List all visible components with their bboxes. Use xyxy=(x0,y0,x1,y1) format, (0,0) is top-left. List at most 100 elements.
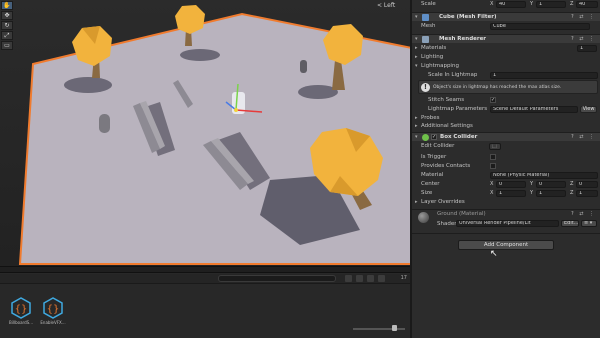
lightmap-parameters-dropdown[interactable]: Scene Default Parameters xyxy=(490,106,578,113)
project-toolbar: 17 xyxy=(0,274,410,284)
script-asset-icon: {} xyxy=(43,297,63,319)
shader-options-dropdown[interactable]: ≡ ▾ xyxy=(581,220,597,227)
gizmo-center xyxy=(234,108,238,112)
warning-message: Object's size in lightmap has reached th… xyxy=(433,85,562,90)
center-y-field[interactable]: 0 xyxy=(536,181,566,188)
rotate-icon[interactable]: ↻ xyxy=(1,21,13,30)
asset-item[interactable]: {} BillboardS... xyxy=(8,297,34,325)
fold-arrow-icon[interactable]: ▾ xyxy=(415,14,418,20)
svg-text:{}: {} xyxy=(15,304,28,315)
material-row: Material None (Physic Material) xyxy=(412,171,600,180)
asset-grid: {} BillboardS... {} EnableVFX... xyxy=(8,297,66,325)
scale-label: Scale xyxy=(421,1,436,7)
stitch-seams-checkbox[interactable]: ✓ xyxy=(490,97,496,103)
mesh-filter-icon xyxy=(422,14,429,21)
lightmap-parameters-row: Lightmap Parameters Scene Default Parame… xyxy=(412,105,600,114)
inspector-panel: Scale X 40 Y 1 Z 40 ▾ Cube (Mesh Filter)… xyxy=(410,0,600,338)
scene-canvas[interactable] xyxy=(0,0,410,266)
materials-count-field[interactable]: 1 xyxy=(577,45,597,52)
center-row: Center X 0 Y 0 Z 0 xyxy=(412,180,600,189)
view-button[interactable]: View xyxy=(580,106,597,113)
scene-tools: ✋ ✥ ↻ ⤢ ▭ xyxy=(1,1,15,50)
icon-size-slider[interactable] xyxy=(353,328,405,330)
lightmapping-row[interactable]: ▾ Lightmapping xyxy=(412,62,600,71)
favorite-icon[interactable] xyxy=(367,275,374,282)
mesh-filter-header[interactable]: ▾ Cube (Mesh Filter) ? ⇄ ⋮ xyxy=(412,12,600,21)
scale-row: Scale X 40 Y 1 Z 40 xyxy=(412,0,600,9)
size-y-field[interactable]: 1 xyxy=(536,190,566,197)
svg-text:{}: {} xyxy=(47,304,60,315)
is-trigger-row: Is Trigger xyxy=(412,153,600,162)
eye-icon[interactable] xyxy=(378,275,385,282)
mesh-renderer-icon xyxy=(422,36,429,43)
icon-size-slider-thumb[interactable] xyxy=(392,325,397,331)
box-collider-enabled-checkbox[interactable]: ✓ xyxy=(431,134,437,140)
tree-shadow xyxy=(298,85,338,99)
additional-settings-row[interactable]: ▸ Additional Settings xyxy=(412,122,600,131)
size-row: Size X 1 Y 1 Z 1 xyxy=(412,189,600,198)
perspective-label[interactable]: < Left xyxy=(377,2,395,9)
layer-overrides-row[interactable]: ▸ Layer Overrides xyxy=(412,198,600,207)
move-icon[interactable]: ✥ xyxy=(1,11,13,20)
scale-in-lightmap-field[interactable]: 1 xyxy=(490,72,598,79)
component-menu-icons[interactable]: ? ⇄ ⋮ xyxy=(571,134,596,140)
scene-view[interactable]: ✋ ✥ ↻ ⤢ ▭ < Left xyxy=(0,0,410,266)
edit-collider-button[interactable]: ⬚ xyxy=(489,143,501,150)
material-title: Ground (Material) xyxy=(437,211,486,217)
size-z-field[interactable]: 1 xyxy=(576,190,598,197)
materials-row[interactable]: ▸ Materials 1 xyxy=(412,44,600,53)
tree-shadow xyxy=(64,77,112,93)
capsule-object xyxy=(300,60,307,73)
mesh-row: Mesh Cube xyxy=(412,22,600,31)
filter-icon[interactable] xyxy=(345,275,352,282)
lighting-row[interactable]: ▸ Lighting xyxy=(412,53,600,62)
provides-contacts-row: Provides Contacts xyxy=(412,162,600,171)
asset-label: BillboardS... xyxy=(9,320,33,325)
asset-label: EnableVFX... xyxy=(40,320,66,325)
scale-y-field[interactable]: 1 xyxy=(536,1,566,8)
warning-icon: ! xyxy=(421,83,430,92)
project-browser: 17 {} BillboardS... {} EnableVFX... xyxy=(0,266,410,338)
fold-arrow-icon[interactable]: ▾ xyxy=(415,36,418,42)
component-menu-icons[interactable]: ? ⇄ ⋮ xyxy=(571,211,596,217)
is-trigger-checkbox[interactable] xyxy=(490,154,496,160)
project-tabs xyxy=(0,267,410,273)
physic-material-field[interactable]: None (Physic Material) xyxy=(490,172,598,179)
mesh-renderer-title: Mesh Renderer xyxy=(439,36,487,42)
component-menu-icons[interactable]: ? ⇄ ⋮ xyxy=(571,36,596,42)
warning-helpbox: ! Object's size in lightmap has reached … xyxy=(418,80,598,94)
shader-edit-button[interactable]: Edit... xyxy=(561,220,579,227)
hidden-count: 17 xyxy=(400,275,407,281)
box-collider-header[interactable]: ▾ ✓ Box Collider ? ⇄ ⋮ xyxy=(412,132,600,141)
scale-x-field[interactable]: 40 xyxy=(496,1,526,8)
shader-dropdown[interactable]: Universal Render Pipeline/Lit xyxy=(456,220,559,227)
center-z-field[interactable]: 0 xyxy=(576,181,598,188)
add-component-button[interactable]: Add Component xyxy=(458,240,554,250)
asset-item[interactable]: {} EnableVFX... xyxy=(40,297,66,325)
capsule-object xyxy=(99,114,110,133)
provides-contacts-checkbox[interactable] xyxy=(490,163,496,169)
scale-z-field[interactable]: 40 xyxy=(576,1,598,8)
scale-in-lightmap-row: Scale In Lightmap 1 xyxy=(412,71,600,80)
mesh-filter-title: Cube (Mesh Filter) xyxy=(439,14,497,20)
size-x-field[interactable]: 1 xyxy=(496,190,526,197)
mouse-cursor-icon: ↖ xyxy=(490,249,498,259)
fold-arrow-icon[interactable]: ▾ xyxy=(415,134,418,140)
hand-icon[interactable]: ✋ xyxy=(1,1,13,10)
mesh-renderer-header[interactable]: ▾ Mesh Renderer ? ⇄ ⋮ xyxy=(412,34,600,43)
label-icon[interactable] xyxy=(356,275,363,282)
box-collider-icon xyxy=(422,134,429,141)
tree-shadow xyxy=(180,49,220,61)
material-preview-icon xyxy=(418,212,429,223)
center-x-field[interactable]: 0 xyxy=(496,181,526,188)
scale-icon[interactable]: ⤢ xyxy=(1,31,13,40)
script-asset-icon: {} xyxy=(11,297,31,319)
inspector-divider xyxy=(412,233,600,234)
mesh-field[interactable]: Cube xyxy=(490,23,590,30)
box-collider-title: Box Collider xyxy=(440,134,478,140)
edit-collider-row: Edit Collider ⬚ xyxy=(412,142,600,151)
rect-icon[interactable]: ▭ xyxy=(1,41,13,50)
component-menu-icons[interactable]: ? ⇄ ⋮ xyxy=(571,14,596,20)
search-input[interactable] xyxy=(218,275,336,282)
stitch-seams-row: Stitch Seams ✓ xyxy=(428,97,496,103)
